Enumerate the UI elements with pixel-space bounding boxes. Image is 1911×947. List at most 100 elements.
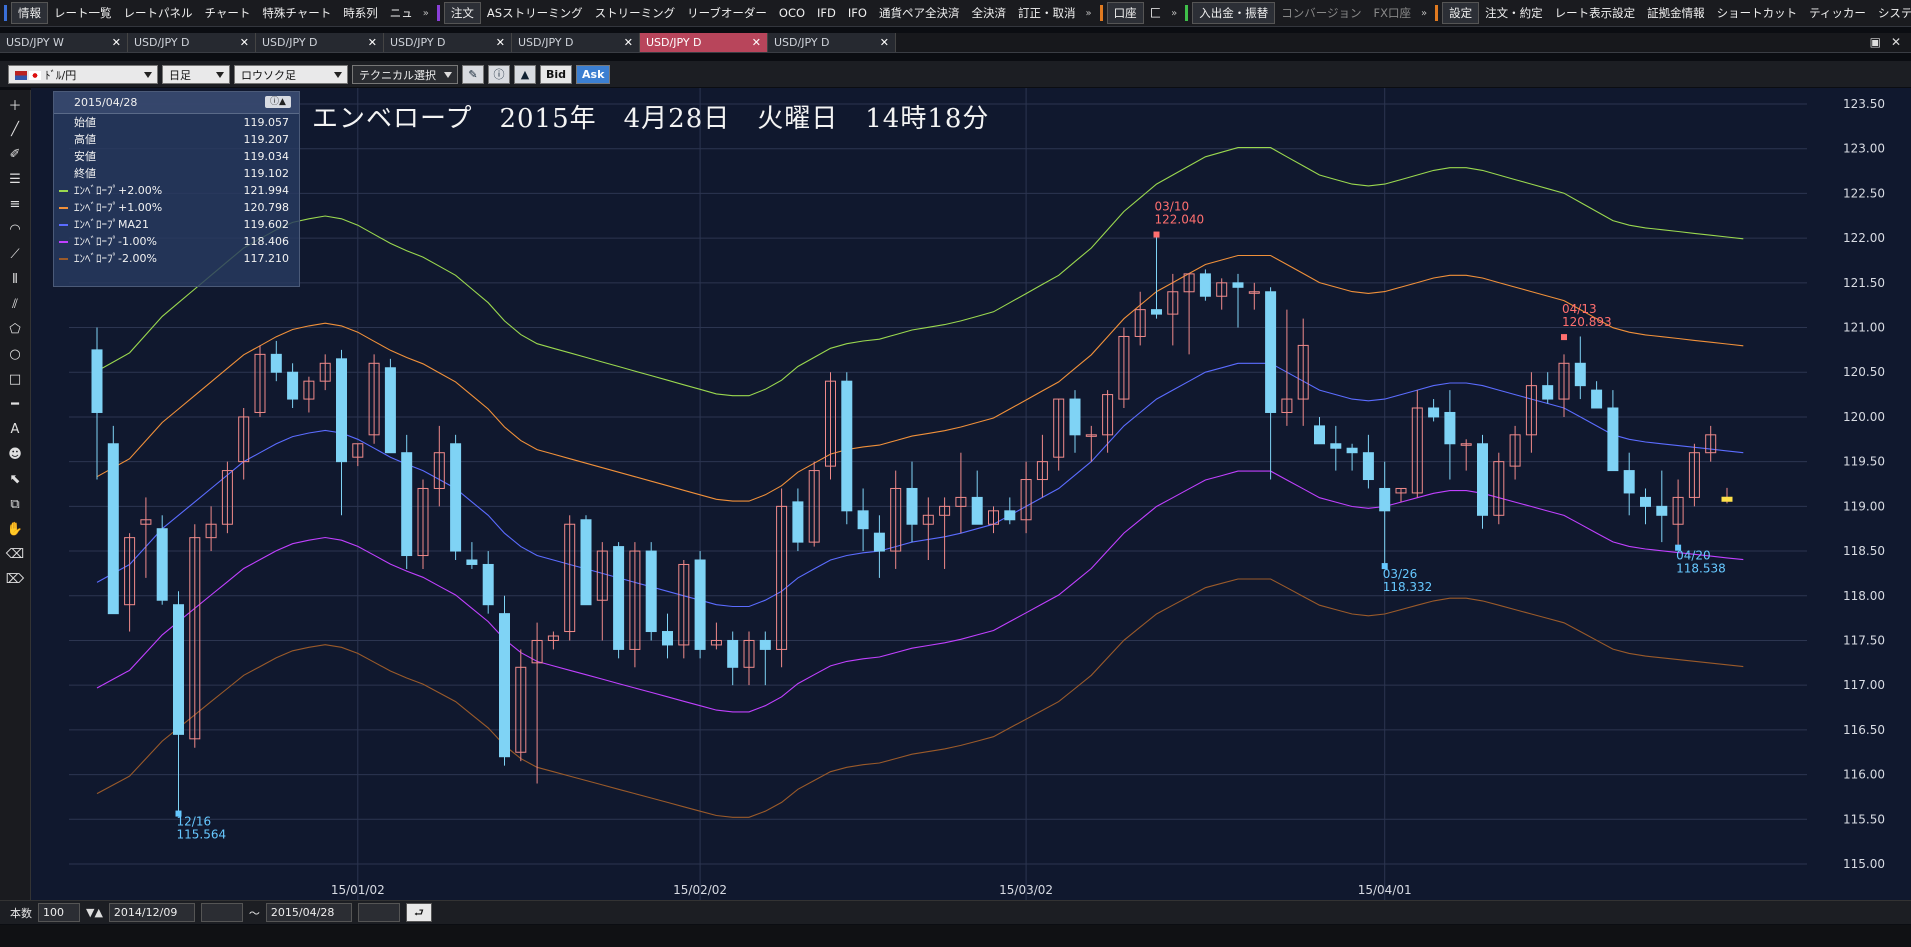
menu-item[interactable]: 通貨ペア全決済 — [873, 3, 966, 23]
info-collapse-button[interactable]: ⓘ▲ — [265, 96, 291, 108]
menu-item[interactable]: 注文 — [443, 2, 481, 24]
copy-icon[interactable]: ⧉ — [3, 493, 27, 515]
menu-item[interactable]: コンバージョン — [1275, 3, 1367, 23]
chart-tab[interactable]: USD/JPY D ✕ — [384, 33, 512, 52]
to-date-input[interactable]: 2015/04/28 — [265, 903, 352, 922]
menu-item[interactable]: 設定 — [1442, 2, 1480, 24]
technical-select[interactable]: テクニカル選択 — [352, 64, 458, 84]
annotation-date: 03/10 — [1155, 200, 1190, 214]
chart-style-select[interactable]: ロウソク足 — [234, 64, 348, 84]
tab-close-icon[interactable]: ✕ — [240, 33, 249, 52]
menu-item[interactable]: 口座 — [1106, 2, 1144, 24]
menu-overflow-icon[interactable]: » — [1417, 8, 1431, 19]
fan-lines-icon[interactable]: ⟋ — [3, 243, 27, 265]
menu-item[interactable]: 入出金・振替 — [1192, 2, 1276, 24]
parallel-lines-icon[interactable]: ≡ — [3, 193, 27, 215]
from-date-input[interactable]: 2014/12/09 — [108, 903, 195, 922]
hand-icon[interactable]: ✋ — [3, 518, 27, 540]
count-stepper-icon[interactable]: ▼▲ — [86, 906, 103, 919]
currency-pair-select[interactable]: ﾄﾞﾙ/円 — [8, 64, 158, 84]
tab-close-icon[interactable]: ✕ — [880, 33, 889, 52]
fibonacci-arc-icon[interactable]: ◠ — [3, 218, 27, 240]
tab-close-icon[interactable]: ✕ — [112, 33, 121, 52]
refresh-button[interactable]: ⮐ — [405, 903, 432, 922]
chevron-down-icon — [216, 71, 224, 78]
menu-overflow-icon[interactable]: » — [419, 8, 433, 19]
menu-item[interactable]: 情報 — [11, 2, 48, 24]
crosshair-icon[interactable]: ＋ — [3, 93, 27, 115]
menu-item[interactable]: ストリーミング — [589, 3, 682, 23]
chart-tab[interactable]: USD/JPY D ✕ — [768, 33, 896, 52]
info-row-value: 119.102 — [243, 167, 290, 180]
menu-item[interactable]: レート一覧 — [48, 3, 118, 23]
pentagon-icon[interactable]: ⬠ — [3, 318, 27, 340]
vertical-lines-icon[interactable]: ⦀ — [3, 268, 27, 290]
bid-button[interactable]: Bid — [540, 64, 573, 84]
chart-tab[interactable]: USD/JPY W ✕ — [0, 33, 128, 52]
chevron-down-icon — [334, 71, 342, 78]
menu-item[interactable]: IFD — [811, 3, 842, 23]
menu-item[interactable]: リーブオーダー — [681, 3, 773, 23]
menu-item[interactable]: チャート — [199, 3, 257, 23]
menu-item[interactable]: ニュ — [384, 3, 419, 23]
tab-close-icon[interactable]: ✕ — [752, 33, 761, 52]
chart-tab-label: USD/JPY W — [6, 36, 64, 49]
maximize-icon[interactable]: ▣ — [1870, 35, 1881, 49]
menu-item[interactable]: 時系列 — [337, 3, 384, 23]
delete-icon[interactable]: ⌫ — [3, 543, 27, 565]
separator-line-icon[interactable]: ━ — [3, 393, 27, 415]
drawing-tools-panel: ＋ ╱ ✐ ☰ ≡ ◠ ⟋ ⦀ ⫽ ⬠ ○ □ ━ A ☻ ⬉ ⧉ ✋ ⌫ ⌦ — [0, 90, 31, 900]
menu-item[interactable]: ティッカー — [1803, 3, 1872, 23]
menu-item[interactable]: システム — [1872, 3, 1911, 23]
menu-group-2: 注文 ASストリーミング ストリーミング リーブオーダー OCO IFD IFO 通貨ペア全決… — [433, 0, 1096, 26]
channel-icon[interactable]: ⫽ — [3, 293, 27, 315]
trend-line-icon[interactable]: ╱ — [3, 118, 27, 140]
menu-item[interactable]: IFO — [842, 3, 873, 23]
chart-tab[interactable]: USD/JPY D ✕ — [128, 33, 256, 52]
text-tool-icon[interactable]: A — [3, 418, 27, 440]
count-input[interactable]: 100 — [38, 903, 80, 922]
menu-item[interactable]: レート表示設定 — [1549, 3, 1642, 23]
menu-item[interactable]: ショートカット — [1711, 3, 1804, 23]
info-row-value: 117.210 — [243, 252, 290, 265]
info-date: 2015/04/28 — [74, 96, 138, 109]
pen-tool-button[interactable]: ✎ — [462, 64, 484, 84]
menu-item[interactable]: FX口座 — [1368, 3, 1418, 23]
price-chart[interactable]: 123.50 123.00 122.50 122.00 121.50 121.00 120.… — [31, 88, 1911, 900]
circle-icon[interactable]: ○ — [3, 343, 27, 365]
menu-overflow-icon[interactable]: » — [1167, 8, 1181, 19]
menu-overflow-icon[interactable]: » — [1081, 8, 1095, 19]
menu-item[interactable]: 訂正・取消 — [1012, 3, 1082, 23]
candle-body — [1574, 362, 1586, 387]
menu-item[interactable]: 全決済 — [965, 3, 1012, 23]
menu-item[interactable]: 匚 — [1144, 3, 1168, 23]
menu-item[interactable]: 証拠金情報 — [1641, 3, 1711, 23]
from-time-input[interactable] — [200, 903, 243, 922]
to-time-input[interactable] — [357, 903, 400, 922]
tab-close-icon[interactable]: ✕ — [496, 33, 505, 52]
pointer-icon[interactable]: ⬉ — [3, 468, 27, 490]
chart-type-button[interactable]: ▲ — [514, 64, 536, 84]
menu-item[interactable]: ASストリーミング — [481, 3, 589, 23]
candlestick-chart-svg[interactable]: 123.50 123.00 122.50 122.00 121.50 121.00 120.… — [31, 88, 1911, 900]
chart-tab[interactable]: USD/JPY D ✕ — [512, 33, 640, 52]
chart-tab[interactable]: USD/JPY D ✕ — [640, 33, 768, 52]
tab-close-icon[interactable]: ✕ — [624, 33, 633, 52]
period-select[interactable]: 日足 — [162, 64, 230, 84]
rectangle-icon[interactable]: □ — [3, 368, 27, 390]
menu-item[interactable]: 特殊チャート — [256, 3, 337, 23]
ask-button[interactable]: Ask — [576, 64, 611, 84]
chart-tab[interactable]: USD/JPY D ✕ — [256, 33, 384, 52]
delete-all-icon[interactable]: ⌦ — [3, 568, 27, 590]
chart-toolbar: ﾄﾞﾙ/円 日足 ロウソク足 テクニカル選択 ✎ ⓘ ▲ Bid Ask — [0, 61, 1911, 87]
menu-item[interactable]: 注文・約定 — [1479, 3, 1549, 23]
eraser-icon[interactable]: ✐ — [3, 143, 27, 165]
menu-item[interactable]: レートパネル — [118, 3, 199, 23]
status-strip — [0, 925, 1911, 947]
info-button[interactable]: ⓘ — [488, 64, 510, 84]
stamp-icon[interactable]: ☻ — [3, 443, 27, 465]
tab-close-icon[interactable]: ✕ — [368, 33, 377, 52]
menu-item[interactable]: OCO — [773, 3, 811, 23]
horizontal-line-icon[interactable]: ☰ — [3, 168, 27, 190]
close-icon[interactable]: ✕ — [1891, 35, 1901, 49]
